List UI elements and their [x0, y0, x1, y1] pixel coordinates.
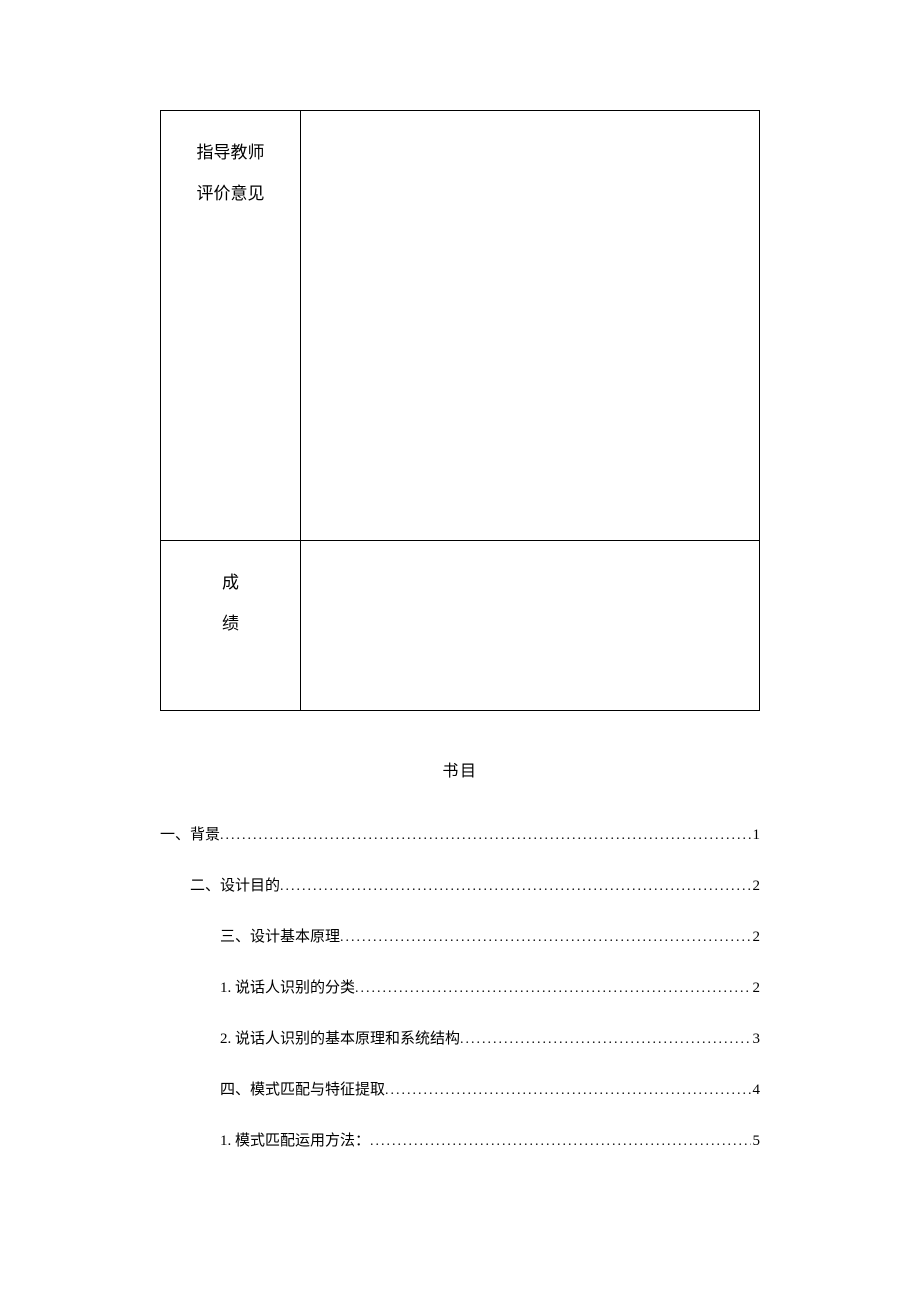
toc-page-number: 5 — [751, 1133, 761, 1150]
toc-leader-dots — [385, 1083, 750, 1099]
toc-entry: 一、背景 1 — [160, 823, 760, 844]
document-page: 指导教师 评价意见 成 绩 书目 一、背景 1 二、设计目的 — [0, 0, 920, 1150]
grade-value-cell — [301, 541, 760, 711]
toc-label: 1. 说话人识别的分类 — [220, 976, 355, 997]
toc-leader-dots — [340, 930, 750, 946]
toc-page-number: 2 — [751, 980, 761, 997]
toc-entry: 四、模式匹配与特征提取 4 — [160, 1078, 760, 1099]
advisor-comment-label-line2: 评价意见 — [169, 174, 292, 215]
table-of-contents: 一、背景 1 二、设计目的 2 三、设计基本原理 2 1. 说话人识别的分类 2… — [160, 823, 760, 1150]
toc-leader-dots — [220, 828, 750, 844]
toc-page-number: 2 — [751, 929, 761, 946]
advisor-comment-label-cell: 指导教师 评价意见 — [161, 111, 301, 541]
evaluation-table: 指导教师 评价意见 成 绩 — [160, 110, 760, 711]
toc-label: 1. 模式匹配运用方法： — [220, 1129, 370, 1150]
toc-page-number: 2 — [751, 878, 761, 895]
toc-leader-dots — [370, 1134, 750, 1150]
toc-leader-dots — [355, 981, 750, 997]
grade-label-line2: 绩 — [169, 604, 292, 645]
toc-label: 三、设计基本原理 — [220, 925, 340, 946]
grade-label-cell: 成 绩 — [161, 541, 301, 711]
toc-page-number: 4 — [751, 1082, 761, 1099]
toc-label: 2. 说话人识别的基本原理和系统结构 — [220, 1027, 460, 1048]
toc-entry: 二、设计目的 2 — [160, 874, 760, 895]
toc-entry: 2. 说话人识别的基本原理和系统结构 3 — [160, 1027, 760, 1048]
toc-page-number: 1 — [751, 827, 761, 844]
toc-page-number: 3 — [751, 1031, 761, 1048]
toc-label: 二、设计目的 — [190, 874, 280, 895]
toc-label: 四、模式匹配与特征提取 — [220, 1078, 385, 1099]
toc-entry: 三、设计基本原理 2 — [160, 925, 760, 946]
advisor-comment-label-line1: 指导教师 — [169, 133, 292, 174]
toc-label: 一、背景 — [160, 823, 220, 844]
toc-entry: 1. 说话人识别的分类 2 — [160, 976, 760, 997]
toc-title: 书目 — [160, 757, 760, 781]
grade-label-line1: 成 — [169, 563, 292, 604]
toc-entry: 1. 模式匹配运用方法： 5 — [160, 1129, 760, 1150]
advisor-comment-value-cell — [301, 111, 760, 541]
toc-leader-dots — [280, 879, 750, 895]
toc-leader-dots — [460, 1032, 750, 1048]
